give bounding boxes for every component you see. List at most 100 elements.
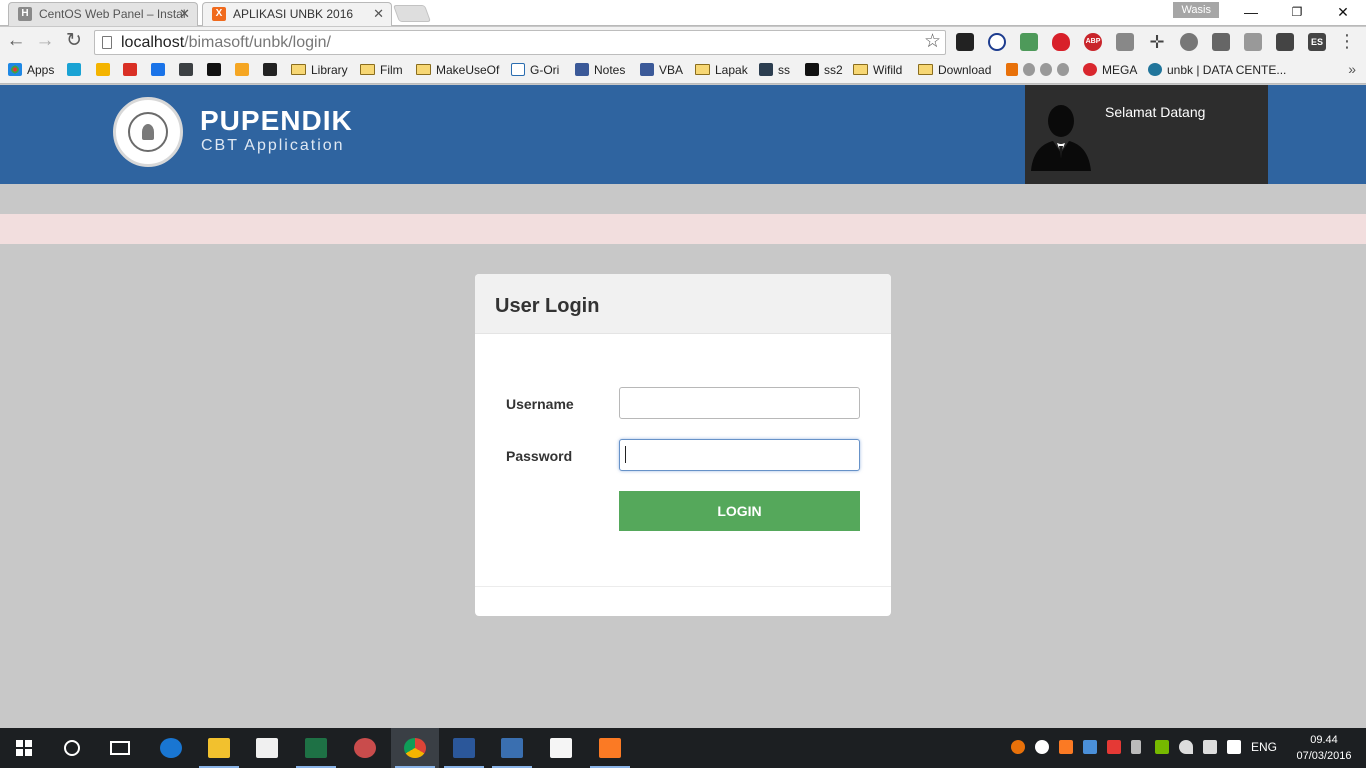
profile-badge[interactable]: Wasis: [1173, 2, 1219, 18]
bookmark-wifild[interactable]: Wifild: [853, 62, 902, 78]
excel-icon: [305, 738, 327, 758]
bookmark-star-icon[interactable]: ☆: [924, 31, 941, 53]
bookmark-download[interactable]: Download: [918, 62, 991, 78]
extension-es-icon[interactable]: ES: [1308, 33, 1326, 51]
bookmark-mega[interactable]: MEGA: [1083, 62, 1137, 78]
app-header: PUPENDIK CBT Application Selamat Datang: [0, 85, 1366, 184]
extension-block-icon[interactable]: [988, 33, 1006, 51]
minimize-icon[interactable]: —: [1228, 0, 1274, 24]
username-input[interactable]: [619, 387, 860, 419]
tray-usb-icon[interactable]: [1131, 740, 1141, 754]
windows-taskbar: ENG 09.44 07/03/2016: [0, 728, 1366, 768]
mega-icon: [1083, 63, 1097, 76]
bookmark-ss[interactable]: ss: [759, 62, 790, 78]
bookmark-arrow-icon: [67, 63, 81, 76]
tray-notifications-icon[interactable]: [1227, 740, 1241, 754]
tray-clock[interactable]: 09.44 07/03/2016: [1294, 732, 1354, 764]
adblock-plus-icon[interactable]: ABP: [1084, 33, 1102, 51]
tray-xampp-icon[interactable]: [1059, 740, 1073, 754]
page-icon: [102, 36, 112, 49]
bookmark-vba[interactable]: VBA: [640, 62, 683, 78]
start-button[interactable]: [0, 728, 48, 768]
bookmarks-overflow-icon[interactable]: »: [1348, 61, 1356, 77]
tray-wifi-icon[interactable]: [1179, 740, 1193, 754]
store-icon: [256, 738, 278, 758]
bookmark-icon-3[interactable]: [123, 62, 142, 78]
close-window-icon[interactable]: ✕: [1320, 0, 1366, 24]
tray-cloud-icon[interactable]: [1035, 740, 1049, 754]
tab-aplikasi-unbk[interactable]: X APLIKASI UNBK 2016 ✕: [202, 2, 392, 26]
hash-icon: [235, 63, 249, 76]
bookmark-ss2[interactable]: ss2: [805, 62, 843, 78]
login-button[interactable]: LOGIN: [619, 491, 860, 531]
bookmark-icon-6[interactable]: [207, 62, 226, 78]
table-icon: [179, 63, 193, 76]
folder-icon: [918, 64, 933, 75]
extension-clock-icon[interactable]: [1180, 33, 1198, 51]
bookmark-icon-1[interactable]: [67, 62, 86, 78]
bookmark-film[interactable]: Film: [360, 62, 403, 78]
taskbar-xampp[interactable]: [586, 728, 634, 768]
close-tab-icon[interactable]: ✕: [179, 3, 190, 25]
tray-nvidia-icon[interactable]: [1155, 740, 1169, 754]
browser-tab-strip: H CentOS Web Panel – Instal ✕ X APLIKASI…: [0, 0, 1366, 26]
tray-avast-icon[interactable]: [1011, 740, 1025, 754]
bookmark-lapak[interactable]: Lapak: [695, 62, 748, 78]
taskbar-excel[interactable]: [292, 728, 340, 768]
taskbar-store[interactable]: [243, 728, 291, 768]
clock-time: 09.44: [1310, 734, 1338, 746]
smiley-icon: [1023, 63, 1035, 76]
square-icon: [207, 63, 221, 76]
bookmark-icons-group[interactable]: [1006, 62, 1074, 78]
taskbar-mail[interactable]: [537, 728, 585, 768]
taskbar-network-app[interactable]: [488, 728, 536, 768]
new-tab-button[interactable]: [392, 5, 432, 22]
taskbar-snipping-tool[interactable]: [341, 728, 389, 768]
extension-copy-icon[interactable]: [1244, 33, 1262, 51]
extension-docs-icon[interactable]: [1020, 33, 1038, 51]
gmail-icon: [123, 63, 137, 76]
bookmark-icon-4[interactable]: [151, 62, 170, 78]
welcome-text: Selamat Datang: [1105, 104, 1206, 120]
taskbar-edge[interactable]: [147, 728, 195, 768]
bookmark-icon-5[interactable]: [179, 62, 198, 78]
folder-icon: [360, 64, 375, 75]
extension-crosshair-icon[interactable]: ✛: [1148, 33, 1166, 51]
search-cortana-button[interactable]: [48, 728, 96, 768]
restore-icon[interactable]: ❐: [1274, 0, 1320, 24]
extension-wave-icon[interactable]: [1276, 33, 1294, 51]
close-tab-icon[interactable]: ✕: [373, 3, 384, 25]
bookmark-unbk-data-center[interactable]: unbk | DATA CENTE...: [1148, 62, 1286, 78]
folder-icon: [695, 64, 710, 75]
bookmark-apps[interactable]: Apps: [8, 62, 54, 78]
tray-speaker-icon[interactable]: [1203, 740, 1217, 754]
forward-arrow-icon[interactable]: →: [33, 30, 57, 54]
extension-list-icon[interactable]: [1116, 33, 1134, 51]
tab-centos-web-panel[interactable]: H CentOS Web Panel – Instal ✕: [8, 2, 198, 26]
tray-volume-muted-icon[interactable]: [1107, 740, 1121, 754]
extension-glasses-icon[interactable]: [956, 33, 974, 51]
bookmark-icon-7[interactable]: [235, 62, 254, 78]
tray-language[interactable]: ENG: [1251, 740, 1277, 754]
folder-icon: [853, 64, 868, 75]
bookmark-icon-2[interactable]: [96, 62, 115, 78]
bookmark-makeuseof[interactable]: MakeUseOf: [416, 62, 499, 78]
url-text[interactable]: localhost/bimasoft/unbk/login/: [121, 31, 331, 54]
task-view-button[interactable]: [96, 728, 144, 768]
word-icon: [453, 738, 475, 758]
reload-icon[interactable]: ↻: [62, 30, 86, 54]
extension-tab-icon[interactable]: [1212, 33, 1230, 51]
bookmark-library[interactable]: Library: [291, 62, 348, 78]
taskbar-chrome[interactable]: [391, 728, 439, 768]
taskbar-file-explorer[interactable]: [195, 728, 243, 768]
taskbar-word[interactable]: [440, 728, 488, 768]
password-input[interactable]: [619, 439, 860, 471]
bookmark-notes[interactable]: Notes: [575, 62, 625, 78]
bookmark-g-ori[interactable]: G-Ori: [511, 62, 559, 78]
chrome-menu-icon[interactable]: ⋮: [1338, 32, 1356, 50]
back-arrow-icon[interactable]: ←: [4, 30, 28, 54]
bookmark-icon-8[interactable]: [263, 62, 282, 78]
tray-display-icon[interactable]: [1083, 740, 1097, 754]
extension-shield-icon[interactable]: [1052, 33, 1070, 51]
address-bar[interactable]: localhost/bimasoft/unbk/login/ ☆: [94, 30, 946, 55]
